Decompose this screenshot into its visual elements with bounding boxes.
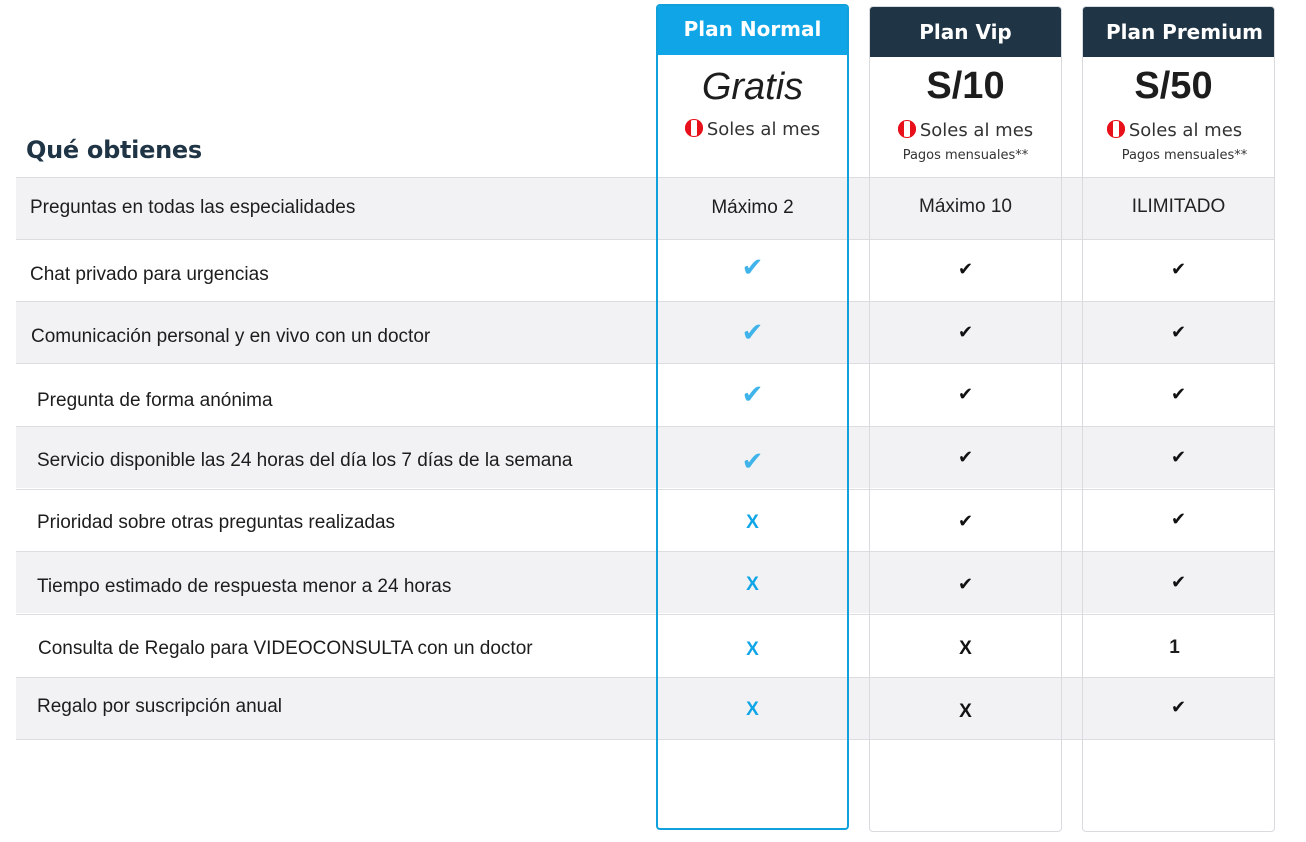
check-icon: ✔ — [957, 384, 974, 404]
premium-cell: 1 — [1169, 637, 1180, 658]
vip-cell: Máximo 10 — [919, 196, 1012, 217]
check-icon: ✔ — [957, 259, 974, 279]
plan-vip-note: Pagos mensuales** — [902, 148, 1029, 163]
plan-premium-price: S/50 — [1134, 65, 1213, 107]
check-icon: ✔ — [957, 447, 974, 467]
feature-label: Pregunta de forma anónima — [37, 390, 273, 411]
feature-label: Prioridad sobre otras preguntas realizad… — [37, 512, 396, 533]
check-icon: ✔ — [1170, 509, 1187, 529]
plan-premium-note: Pagos mensuales** — [1121, 148, 1248, 163]
check-icon: ✔ — [957, 322, 974, 342]
check-icon: ✔ — [741, 252, 764, 282]
premium-cell: ILIMITADO — [1131, 196, 1226, 217]
feature-label: Consulta de Regalo para VIDEOCONSULTA co… — [38, 638, 533, 659]
plan-premium-column: Plan Premium S/50 Soles al mes Pagos men… — [1082, 6, 1275, 832]
feature-label: Comunicación personal y en vivo con un d… — [31, 326, 431, 347]
plan-vip-price: S/10 — [926, 65, 1005, 107]
check-icon: ✔ — [1170, 259, 1187, 279]
check-icon: ✔ — [741, 446, 764, 476]
check-icon: ✔ — [1170, 697, 1187, 717]
feature-label: Preguntas en todas las especialidades — [30, 197, 356, 218]
period-label: Soles al mes — [1128, 120, 1243, 141]
period-label: Soles al mes — [919, 120, 1034, 141]
plan-premium-period: Soles al mes — [1083, 120, 1270, 141]
cross-icon: X — [746, 574, 759, 595]
check-icon: ✔ — [1170, 322, 1187, 342]
plan-normal-title: Plan Normal — [658, 6, 847, 55]
check-icon: ✔ — [741, 379, 764, 409]
plan-normal-column: Plan Normal Gratis Soles al mes Máximo 2… — [656, 4, 849, 830]
feature-label: Chat privado para urgencias — [30, 264, 269, 285]
cross-icon: X — [746, 699, 759, 720]
period-label: Soles al mes — [706, 119, 821, 140]
plan-vip-period: Soles al mes — [870, 120, 1061, 141]
plan-vip-column: Plan Vip S/10 Soles al mes Pagos mensual… — [869, 6, 1062, 832]
section-heading: Qué obtienes — [26, 136, 202, 164]
feature-label: Regalo por suscripción anual — [37, 696, 283, 717]
cross-icon: X — [959, 701, 972, 722]
normal-cell: Máximo 2 — [711, 197, 794, 218]
peru-flag-icon — [1106, 120, 1125, 138]
plan-normal-price: Gratis — [701, 66, 804, 108]
plan-vip-title: Plan Vip — [870, 7, 1061, 57]
check-icon: ✔ — [1170, 447, 1187, 467]
plan-premium-title: Plan Premium — [1083, 7, 1274, 57]
check-icon: ✔ — [1170, 384, 1187, 404]
peru-flag-icon — [684, 119, 703, 137]
feature-label: Servicio disponible las 24 horas del día… — [37, 450, 573, 471]
check-icon: ✔ — [957, 574, 974, 594]
peru-flag-icon — [897, 120, 916, 138]
cross-icon: X — [959, 638, 972, 659]
check-icon: ✔ — [741, 317, 764, 347]
cross-icon: X — [746, 512, 759, 533]
feature-label: Tiempo estimado de respuesta menor a 24 … — [37, 576, 452, 597]
plan-normal-period: Soles al mes — [658, 119, 847, 140]
cross-icon: X — [746, 639, 759, 660]
check-icon: ✔ — [1170, 572, 1187, 592]
check-icon: ✔ — [957, 511, 974, 531]
